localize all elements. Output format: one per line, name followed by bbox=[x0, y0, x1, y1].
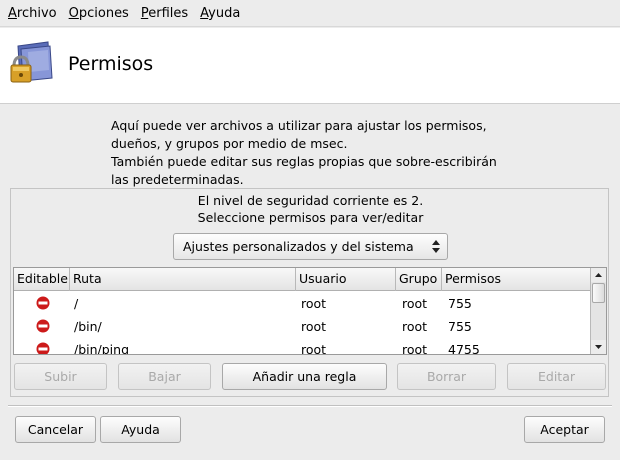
cell-usuario: root bbox=[301, 319, 327, 334]
delete-button[interactable]: Borrar bbox=[397, 363, 496, 390]
intro-line: Aquí puede ver archivos a utilizar para … bbox=[111, 118, 487, 133]
column-permisos[interactable]: Permisos bbox=[442, 268, 591, 291]
menubar: Archivo Opciones Perfiles Ayuda bbox=[0, 0, 620, 27]
edit-button[interactable]: Editar bbox=[507, 363, 606, 390]
no-entry-icon bbox=[36, 296, 50, 310]
permissions-table: Editable Ruta Usuario Grupo Permisos / r… bbox=[13, 267, 607, 355]
cell-ruta: /bin/ping bbox=[74, 342, 130, 355]
cancel-button[interactable]: Cancelar bbox=[15, 416, 96, 443]
cell-grupo: root bbox=[402, 319, 428, 334]
select-permissions-text: Seleccione permisos para ver/editar bbox=[197, 210, 424, 225]
cell-grupo: root bbox=[402, 342, 428, 355]
scroll-down-button[interactable] bbox=[591, 340, 606, 354]
cell-usuario: root bbox=[301, 342, 327, 355]
add-rule-button[interactable]: Añadir una regla bbox=[222, 363, 387, 390]
arrow-down-icon bbox=[595, 345, 602, 349]
column-editable[interactable]: Editable bbox=[14, 268, 70, 291]
cell-ruta: /bin/ bbox=[74, 319, 102, 334]
header-banner: Permisos bbox=[0, 28, 620, 104]
vertical-scrollbar[interactable] bbox=[590, 268, 606, 354]
updown-arrow-icon bbox=[432, 240, 440, 253]
no-entry-icon bbox=[36, 319, 50, 333]
cell-permisos: 4755 bbox=[448, 342, 480, 355]
cell-permisos: 755 bbox=[448, 319, 472, 334]
down-button[interactable]: Bajar bbox=[118, 363, 211, 390]
permissions-panel: El nivel de seguridad corriente es 2. Se… bbox=[10, 188, 609, 397]
scroll-up-button[interactable] bbox=[591, 268, 606, 282]
up-button[interactable]: Subir bbox=[14, 363, 107, 390]
cell-usuario: root bbox=[301, 296, 327, 311]
menu-perfiles[interactable]: Perfiles bbox=[135, 6, 194, 21]
menu-opciones[interactable]: Opciones bbox=[63, 6, 135, 21]
combo-value: Ajustes personalizados y del sistema bbox=[183, 239, 414, 254]
cell-permisos: 755 bbox=[448, 296, 472, 311]
intro-line: dueños, y grupos por medio de msec. bbox=[111, 136, 348, 151]
table-row[interactable]: /bin/ping root root 4755 bbox=[14, 338, 591, 355]
page-title: Permisos bbox=[68, 53, 154, 75]
folder-lock-icon bbox=[10, 41, 53, 83]
footer-separator bbox=[8, 405, 612, 407]
cell-grupo: root bbox=[402, 296, 428, 311]
help-button[interactable]: Ayuda bbox=[100, 416, 181, 443]
cell-ruta: / bbox=[74, 296, 79, 311]
column-usuario[interactable]: Usuario bbox=[296, 268, 396, 291]
table-row[interactable]: /bin/ root root 755 bbox=[14, 315, 591, 338]
intro-line: las predeterminadas. bbox=[111, 172, 244, 187]
menu-archivo[interactable]: Archivo bbox=[2, 6, 63, 21]
intro-text: Aquí puede ver archivos a utilizar para … bbox=[111, 117, 531, 189]
menu-ayuda[interactable]: Ayuda bbox=[194, 6, 246, 21]
accept-button[interactable]: Aceptar bbox=[524, 416, 605, 443]
intro-line: También puede editar sus reglas propias … bbox=[111, 154, 497, 169]
column-grupo[interactable]: Grupo bbox=[396, 268, 442, 291]
arrow-up-icon bbox=[595, 273, 602, 277]
table-header: Editable Ruta Usuario Grupo Permisos bbox=[14, 268, 591, 291]
column-ruta[interactable]: Ruta bbox=[70, 268, 296, 291]
permissions-combo[interactable]: Ajustes personalizados y del sistema bbox=[173, 233, 448, 260]
no-entry-icon bbox=[36, 342, 50, 354]
table-row[interactable]: / root root 755 bbox=[14, 292, 591, 315]
security-level-text: El nivel de seguridad corriente es 2. bbox=[197, 193, 424, 208]
scroll-thumb[interactable] bbox=[592, 283, 605, 303]
